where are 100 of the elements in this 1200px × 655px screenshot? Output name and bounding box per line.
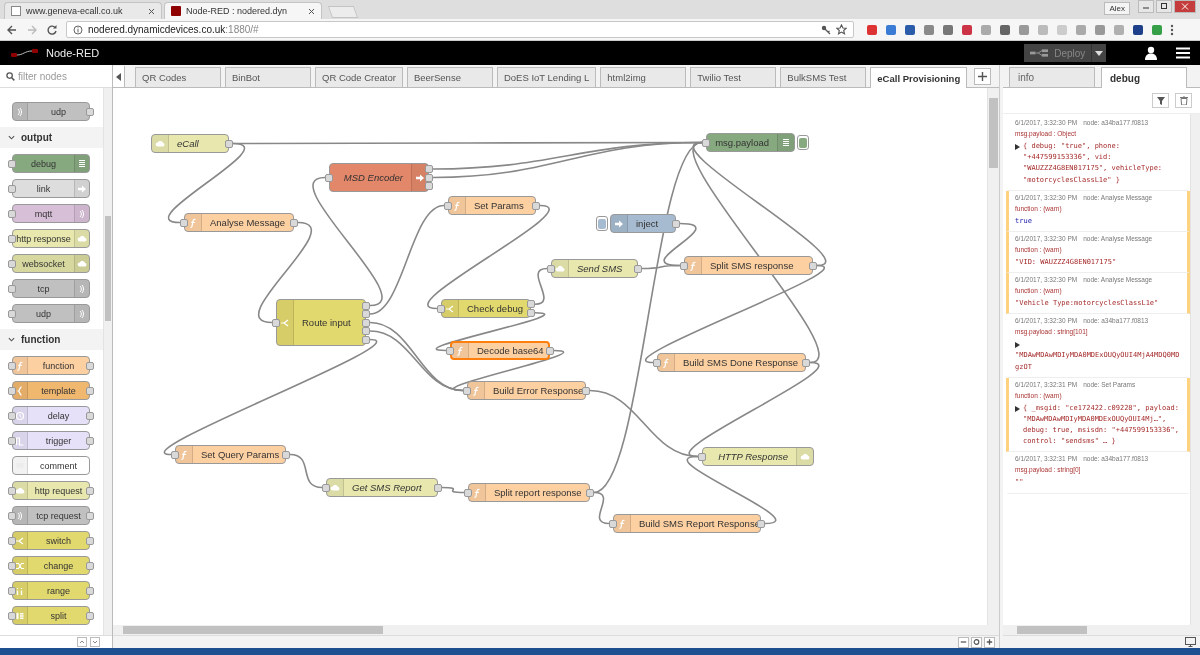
- flow-node[interactable]: Build SMS Done Response: [657, 353, 806, 372]
- flow-tab[interactable]: eCall Provisioning: [870, 67, 968, 88]
- palette-node[interactable]: tcp: [12, 279, 90, 298]
- maximize-button[interactable]: [1156, 0, 1172, 13]
- flow-node[interactable]: HTTP Response: [702, 447, 814, 466]
- palette-node[interactable]: change: [12, 556, 90, 575]
- port-handle[interactable]: [672, 219, 680, 228]
- wire[interactable]: [663, 222, 697, 267]
- palette-node[interactable]: split: [12, 606, 90, 625]
- flow-tab[interactable]: DoES IoT Lending L: [496, 67, 597, 87]
- palette-node[interactable]: udp: [12, 102, 90, 121]
- flow-node[interactable]: Build SMS Report Response: [613, 514, 761, 533]
- palette-node[interactable]: debug: [12, 154, 90, 173]
- flow-node[interactable]: Get SMS Report: [326, 478, 438, 497]
- palette-node[interactable]: http request: [12, 481, 90, 500]
- port-handle[interactable]: [180, 218, 188, 227]
- flow-tab[interactable]: BinBot: [225, 67, 311, 87]
- flow-node[interactable]: Route input: [276, 299, 366, 346]
- flow-tab[interactable]: BulkSMS Test: [780, 67, 867, 87]
- expand-icon[interactable]: [1015, 144, 1020, 152]
- browser-tab[interactable]: www.geneva-ecall.co.uk: [4, 2, 162, 19]
- port-handle[interactable]: [547, 264, 555, 273]
- port-handle[interactable]: [446, 346, 454, 355]
- filter-button[interactable]: [1152, 93, 1169, 108]
- palette-node[interactable]: range: [12, 581, 90, 600]
- flow-node[interactable]: MSD Encoder: [329, 163, 429, 192]
- zoom-in-button[interactable]: [984, 636, 995, 648]
- port-handle[interactable]: [325, 173, 333, 182]
- flow-node[interactable]: Check debug: [441, 299, 531, 318]
- category-header[interactable]: function: [0, 329, 103, 350]
- port-handle[interactable]: [444, 201, 452, 210]
- palette-node[interactable]: websocket: [12, 254, 90, 273]
- flow-node[interactable]: inject: [610, 214, 676, 233]
- profile-badge[interactable]: Alex: [1104, 2, 1130, 15]
- sidebar-tab[interactable]: debug: [1101, 67, 1187, 88]
- port-handle[interactable]: [757, 519, 765, 528]
- palette-node[interactable]: delay: [12, 406, 90, 425]
- port-handle[interactable]: [609, 519, 617, 528]
- wire[interactable]: [289, 453, 323, 489]
- clear-button[interactable]: [1175, 93, 1192, 108]
- port-handle[interactable]: [272, 318, 280, 327]
- port-handle[interactable]: [463, 386, 471, 395]
- port-handle[interactable]: [532, 201, 540, 210]
- wire[interactable]: [441, 486, 465, 494]
- port-handle[interactable]: [437, 304, 445, 313]
- expand-icon[interactable]: [1015, 342, 1020, 351]
- port-handle[interactable]: [290, 218, 298, 227]
- port-handle[interactable]: [546, 346, 554, 355]
- palette-node[interactable]: mqtt: [12, 204, 90, 223]
- flow-node[interactable]: eCall: [151, 134, 229, 153]
- flow-node[interactable]: Send SMS: [551, 259, 638, 278]
- address-bar[interactable]: nodered.dynamicdevices.co.uk:1880/#: [66, 21, 854, 38]
- palette-node[interactable]: function: [12, 356, 90, 375]
- palette-node[interactable]: udp: [12, 304, 90, 323]
- flow-tab[interactable]: BeerSense: [406, 67, 493, 87]
- close-icon[interactable]: [308, 7, 315, 15]
- port-handle[interactable]: [434, 483, 442, 492]
- port-handle[interactable]: [809, 261, 817, 270]
- flow-node[interactable]: Decode base64: [450, 341, 550, 360]
- sidebar-tab[interactable]: info: [1009, 67, 1095, 87]
- port-handle[interactable]: [634, 264, 642, 273]
- flow-node[interactable]: Split report response: [468, 483, 590, 502]
- new-tab-button[interactable]: [327, 6, 359, 18]
- browser-tab[interactable]: Node-RED : nodered.dyn: [164, 2, 322, 19]
- flow-node[interactable]: Build Error Response: [467, 381, 586, 400]
- toggle-button[interactable]: [797, 135, 809, 150]
- flow-node[interactable]: msg.payload: [706, 133, 795, 152]
- wire[interactable]: [534, 267, 548, 306]
- port-handle[interactable]: [225, 139, 233, 148]
- port-handle[interactable]: [322, 483, 330, 492]
- flow-node[interactable]: Split SMS response: [684, 256, 813, 275]
- flow-node[interactable]: Analyse Message: [184, 213, 294, 232]
- wire[interactable]: [369, 204, 445, 315]
- palette-node[interactable]: link: [12, 179, 90, 198]
- port-handle[interactable]: [702, 138, 710, 147]
- filter-field[interactable]: filter nodes: [18, 70, 103, 82]
- flow-tab[interactable]: Twilio Test: [690, 67, 777, 87]
- scroll-left-button[interactable]: [113, 66, 125, 87]
- palette-node[interactable]: tcp request: [12, 506, 90, 525]
- flow-tab[interactable]: QR Codes: [135, 67, 221, 87]
- palette-node[interactable]: switch: [12, 531, 90, 550]
- flow-node[interactable]: Set Params: [448, 196, 536, 215]
- palette-node[interactable]: http response: [12, 229, 90, 248]
- flow-tab[interactable]: html2img: [600, 67, 687, 87]
- port-handle[interactable]: [586, 488, 594, 497]
- wire[interactable]: [589, 389, 699, 458]
- close-icon[interactable]: [148, 7, 155, 15]
- inject-button[interactable]: [596, 216, 608, 231]
- flow-node[interactable]: Set Query Params: [175, 445, 286, 464]
- port-handle[interactable]: [653, 358, 661, 367]
- port-handle[interactable]: [698, 452, 706, 461]
- add-tab-button[interactable]: [974, 68, 991, 85]
- palette-node[interactable]: template: [12, 381, 90, 400]
- port-handle[interactable]: [680, 261, 688, 270]
- flow-tab[interactable]: QR Code Creator: [315, 67, 403, 87]
- category-header[interactable]: output: [0, 127, 103, 148]
- zoom-out-button[interactable]: [958, 636, 969, 648]
- port-handle[interactable]: [582, 386, 590, 395]
- port-handle[interactable]: [282, 450, 290, 459]
- zoom-reset-button[interactable]: [971, 636, 982, 648]
